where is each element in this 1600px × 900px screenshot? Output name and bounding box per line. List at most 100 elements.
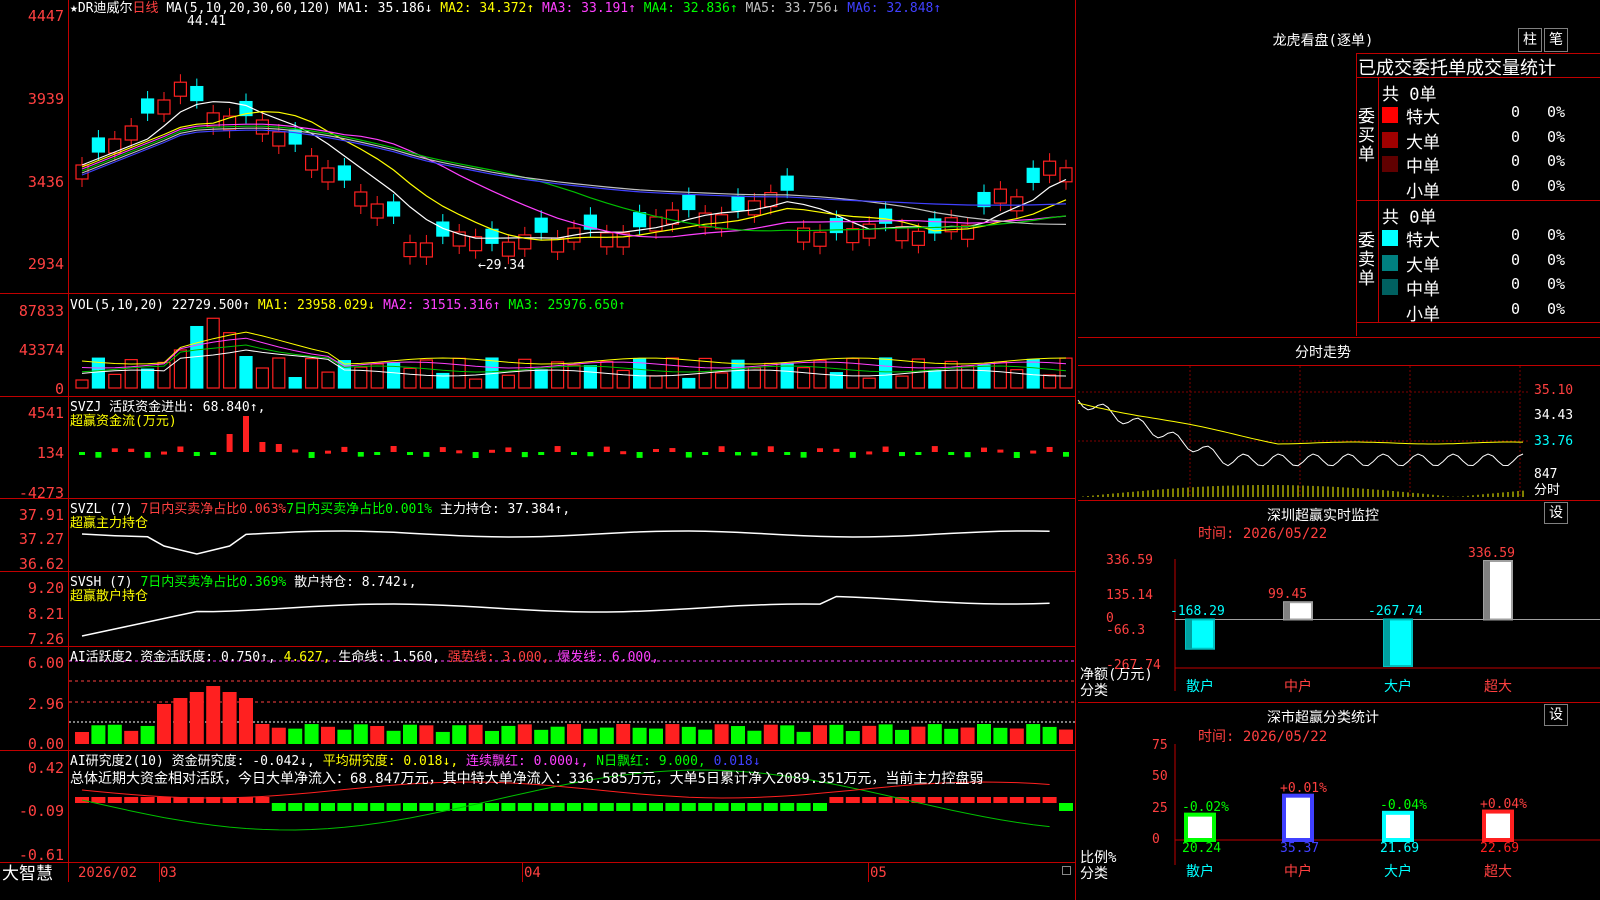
sell-total: 共 0单	[1382, 208, 1437, 228]
svzl-header-c: 7日内买卖净占比0.001%	[286, 502, 433, 517]
activity-bar	[173, 698, 188, 744]
fenshi-ytick: 34.43	[1534, 408, 1574, 423]
volume-bar	[649, 375, 663, 389]
date-separator	[868, 862, 869, 882]
activity-bar	[157, 704, 171, 744]
research-bar	[107, 797, 122, 803]
fund-flow-bar	[849, 452, 856, 458]
main-holding-line	[81, 530, 1050, 555]
research-bar	[599, 803, 614, 811]
activity-bar	[337, 729, 352, 744]
candle-body	[649, 216, 663, 232]
activity-bar	[550, 726, 565, 744]
monitor-top-border	[1078, 500, 1600, 501]
monitor-value-label: 99.45	[1268, 587, 1308, 603]
activity-bar	[75, 732, 89, 744]
monitor-time: 时间: 2026/05/22	[1198, 526, 1328, 542]
order-pct: 0%	[1547, 103, 1566, 121]
activity-bar	[1026, 724, 1041, 744]
activity-bar	[140, 725, 155, 744]
activity-bar	[927, 724, 942, 744]
research-bar	[288, 803, 303, 811]
activity-bar	[485, 730, 499, 744]
tab-tick-view[interactable]: 笔	[1544, 28, 1568, 52]
monitor-bar	[1483, 560, 1513, 621]
activity-bar	[813, 725, 827, 744]
activity-bar	[353, 724, 368, 744]
svsh-subtitle: 超赢散户持仓	[70, 589, 149, 604]
date-tick: 2026/02	[78, 865, 138, 881]
fenshi-ytick: 35.10	[1534, 383, 1574, 398]
class-category: 超大	[1484, 864, 1512, 880]
fund-flow-bar	[79, 452, 85, 455]
order-qty: 0	[1511, 176, 1521, 195]
fund-flow-bar	[702, 452, 709, 455]
activity-bar	[911, 726, 926, 744]
fund-flow-bar	[259, 442, 266, 452]
fund-flow-bar	[243, 416, 249, 452]
class-settings-button[interactable]: 设	[1544, 704, 1568, 726]
research-bar	[927, 797, 942, 803]
lock-icon[interactable]	[1062, 866, 1071, 875]
volume-bar	[895, 375, 909, 389]
order-pct: 0%	[1547, 299, 1566, 318]
class-ytick: 25	[1152, 800, 1168, 816]
candle-body	[1026, 167, 1040, 183]
monitor-category: 大户	[1384, 679, 1412, 695]
tab-bar-view[interactable]: 柱	[1518, 28, 1542, 52]
date-separator	[522, 862, 523, 882]
activity-bar	[731, 726, 745, 744]
fund-flow-bar	[538, 452, 545, 455]
candle-body	[600, 232, 614, 248]
fund-flow-bar	[669, 448, 676, 452]
volume-bar	[141, 368, 155, 389]
candle-body	[1042, 160, 1057, 176]
lhb-title: 龙虎看盘(逐单)	[1272, 33, 1374, 49]
activity-bar	[878, 724, 893, 744]
volume-bar	[780, 362, 794, 389]
volume-bar	[977, 364, 991, 389]
fund-flow-bar	[817, 448, 823, 452]
fund-flow-bar	[374, 452, 381, 455]
ma-line	[81, 127, 1067, 225]
activity-bar	[189, 692, 204, 744]
candle-body	[632, 212, 647, 228]
research-bar	[993, 797, 1008, 803]
research-bar	[255, 797, 270, 803]
order-qty: 0	[1511, 226, 1521, 244]
fenshi-vol-tick: 847	[1534, 467, 1558, 482]
fund-flow-bar	[800, 452, 807, 458]
class-change-label: +0.01%	[1280, 780, 1327, 796]
activity-bar	[747, 730, 762, 744]
fund-flow-bar	[685, 452, 692, 458]
volume-bar	[469, 378, 483, 389]
aiact-header: AI活跃度2 资金活跃度: 0.750↑, 4.627, 生命线: 1.560,…	[70, 650, 659, 665]
volume-bar	[419, 359, 433, 389]
fund-flow-bar	[390, 446, 397, 452]
monitor-category: 散户	[1186, 679, 1214, 695]
kline-high-label: 44.41	[187, 14, 227, 29]
vol-ytick: 43374	[18, 341, 64, 359]
candle-body	[485, 228, 499, 244]
research-bar	[829, 797, 844, 803]
class-axis-label2: 分类	[1080, 866, 1108, 882]
monitor-settings-button[interactable]: 设	[1544, 502, 1568, 524]
monitor-ytick: -267.74	[1106, 658, 1161, 673]
fund-flow-bar	[325, 450, 331, 454]
svsh-ytick: 7.26	[27, 630, 64, 648]
activity-bar	[993, 727, 1008, 744]
candle-body	[370, 203, 384, 219]
sell-label: 委卖单	[1358, 231, 1375, 289]
order-qty: 0	[1511, 299, 1521, 318]
fund-flow-bar	[128, 448, 135, 452]
fund-flow-bar	[767, 446, 774, 452]
volume-bar	[796, 367, 811, 389]
research-bar	[665, 803, 680, 811]
monitor-bar-shade	[1284, 602, 1290, 620]
monitor-title: 深圳超赢实时监控	[1267, 508, 1379, 524]
monitor-category: 中户	[1284, 679, 1312, 695]
class-bar	[1184, 812, 1216, 842]
ma-line	[81, 125, 1067, 232]
monitor-bar	[1283, 601, 1313, 621]
fund-flow-bar	[571, 452, 577, 455]
